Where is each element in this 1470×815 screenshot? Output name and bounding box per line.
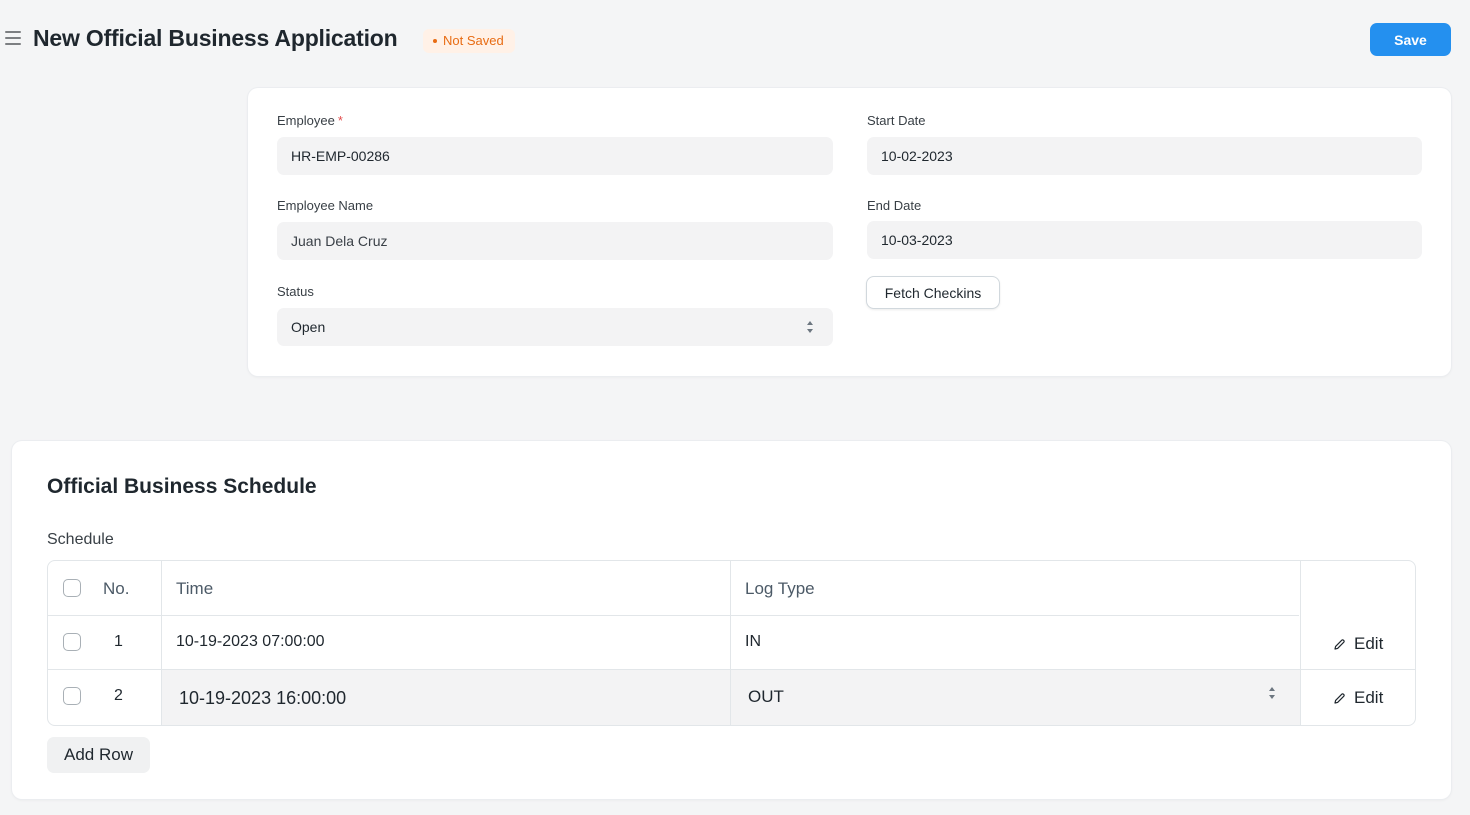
row-number: 1 — [114, 633, 123, 650]
employee-label: Employee * — [277, 113, 343, 128]
save-button[interactable]: Save — [1370, 23, 1451, 56]
row-time[interactable]: 10-19-2023 07:00:00 — [176, 633, 325, 651]
select-all-checkbox[interactable] — [63, 579, 81, 597]
row-log-type[interactable]: IN — [745, 633, 761, 651]
edit-row-button[interactable]: Edit — [1333, 634, 1383, 654]
status-select-value: Open — [291, 319, 326, 335]
fetch-checkins-button[interactable]: Fetch Checkins — [866, 276, 1000, 309]
required-mark: * — [337, 113, 343, 128]
end-date-label: End Date — [867, 198, 922, 213]
column-header-log-type: Log Type — [745, 579, 815, 598]
status-label: Status — [277, 284, 314, 299]
employee-name-label: Employee Name — [277, 198, 374, 213]
start-date-field[interactable]: 10-02-2023 — [867, 137, 1422, 175]
row-checkbox[interactable] — [63, 687, 81, 705]
row-log-type-select[interactable]: OUT — [748, 687, 784, 707]
pencil-icon — [1334, 692, 1345, 704]
section-title: Official Business Schedule — [47, 475, 317, 498]
employee-field[interactable]: HR-EMP-00286 — [277, 137, 833, 175]
page-header: New Official Business Application Not Sa… — [0, 0, 1470, 80]
page-title: New Official Business Application — [33, 25, 398, 51]
edit-label: Edit — [1354, 634, 1384, 653]
column-header-time: Time — [176, 579, 214, 598]
status-dot-icon — [433, 39, 437, 43]
menu-icon[interactable] — [5, 31, 21, 45]
status-select[interactable]: Open — [277, 308, 833, 346]
select-caret-icon — [807, 319, 815, 335]
schedule-table: No. Time Log Type 1 10-19-2023 07:00:00 … — [47, 560, 1416, 726]
edit-label: Edit — [1354, 688, 1384, 707]
schedule-table-label: Schedule — [47, 531, 114, 548]
row-number: 2 — [114, 687, 123, 704]
start-date-label: Start Date — [867, 113, 926, 128]
row-checkbox[interactable] — [63, 633, 81, 651]
end-date-field[interactable]: 10-03-2023 — [867, 221, 1422, 259]
pencil-icon — [1334, 638, 1345, 650]
add-row-button[interactable]: Add Row — [47, 737, 150, 773]
employee-label-text: Employee — [277, 113, 335, 128]
status-text: Not Saved — [443, 33, 504, 48]
edit-row-button[interactable]: Edit — [1333, 688, 1383, 708]
status-badge: Not Saved — [423, 29, 515, 53]
select-caret-icon — [1269, 685, 1277, 701]
employee-name-field: Juan Dela Cruz — [277, 222, 833, 260]
row-time-input[interactable]: 10-19-2023 16:00:00 — [179, 688, 346, 709]
column-header-no: No. — [103, 579, 130, 598]
